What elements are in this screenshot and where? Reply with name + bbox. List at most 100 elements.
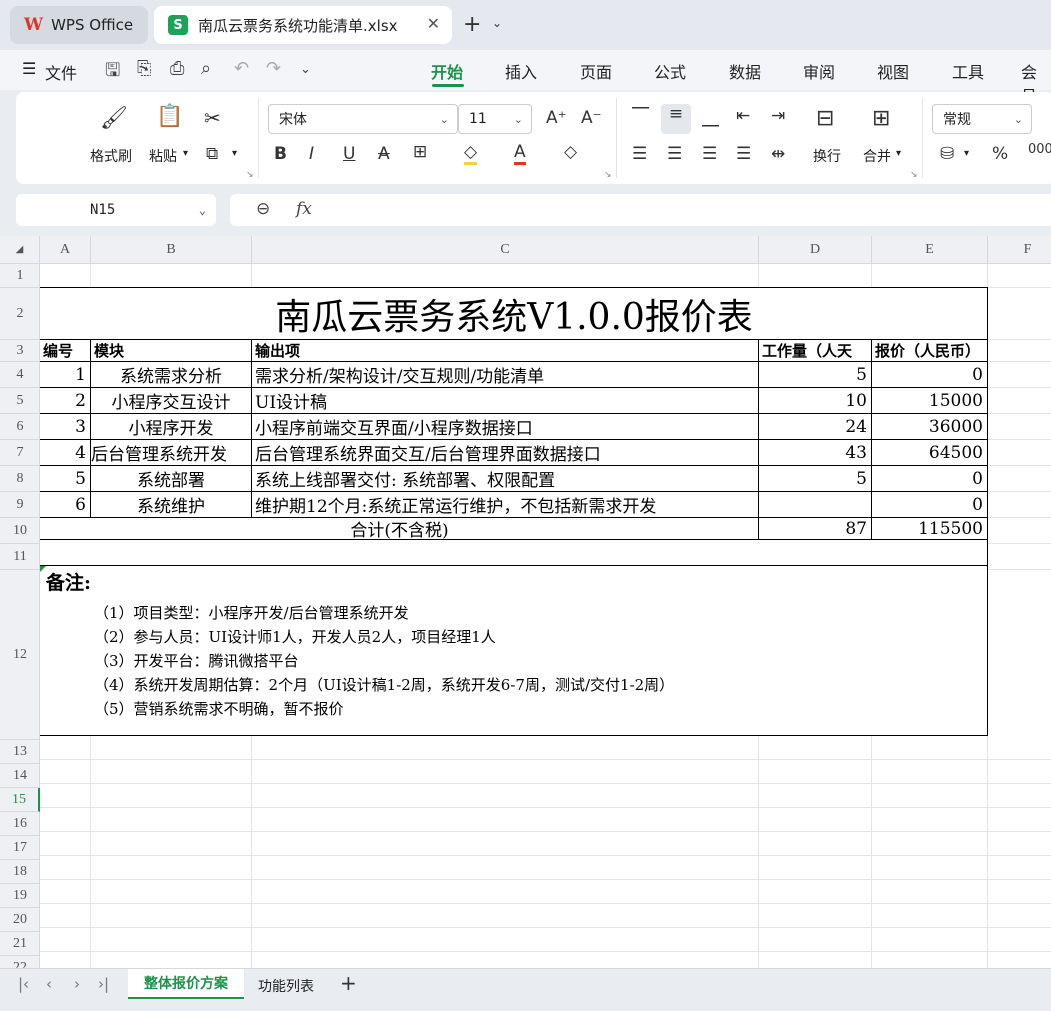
col-header-a[interactable]: A (40, 236, 91, 264)
format-painter-icon[interactable]: 🖌 (100, 106, 128, 131)
thousands-icon[interactable]: 000 (1028, 142, 1051, 157)
item-price[interactable]: 0 (872, 492, 987, 517)
header-effort[interactable]: 工作量（人天 (762, 340, 871, 361)
item-output[interactable]: 维护期12个月:系统正常运行维护，不包括新需求开发 (255, 492, 758, 517)
currency-icon[interactable]: ⛁ (940, 144, 954, 164)
col-header-b[interactable]: B (91, 236, 252, 264)
item-output[interactable]: 后台管理系统界面交互/后台管理界面数据接口 (255, 440, 758, 465)
chevron-down-icon[interactable]: ⌄ (300, 62, 311, 77)
item-price[interactable]: 0 (872, 362, 987, 387)
item-effort[interactable]: 43 (759, 440, 871, 465)
menu-icon[interactable]: ☰ (22, 59, 36, 78)
font-color-icon[interactable]: A (514, 142, 526, 165)
item-output[interactable]: 系统上线部署交付: 系统部署、权限配置 (255, 466, 758, 491)
row-header[interactable]: 2 (0, 288, 40, 340)
item-effort[interactable]: 5 (759, 466, 871, 491)
spreadsheet-grid[interactable]: ◢ A B C D E F 1 2 3 4 5 6 7 8 9 10 11 12… (0, 236, 1051, 968)
col-header-e[interactable]: E (872, 236, 988, 264)
row-header[interactable]: 17 (0, 836, 40, 860)
row-header-selected[interactable]: 15 (0, 788, 40, 812)
item-no[interactable]: 5 (41, 466, 90, 491)
last-sheet-icon[interactable]: ›| (98, 975, 109, 993)
paste-icon[interactable]: 📋 (156, 104, 183, 129)
notes-cell[interactable]: 备注: （1）项目类型：小程序开发/后台管理系统开发 （2）参与人员：UI设计师… (42, 568, 986, 721)
tab-start[interactable]: 开始 (431, 59, 463, 83)
chevron-down-icon[interactable]: ▾ (896, 148, 901, 159)
increase-font-icon[interactable]: A⁺ (546, 108, 567, 128)
item-module[interactable]: 系统部署 (91, 466, 251, 491)
border-icon[interactable]: ⊞ (413, 142, 427, 162)
col-header-f[interactable]: F (988, 236, 1051, 264)
tab-data[interactable]: 数据 (729, 59, 761, 83)
format-painter-button[interactable]: 格式刷 (90, 146, 132, 166)
total-label[interactable]: 合计(不含税) (41, 518, 758, 539)
align-middle-icon[interactable]: ≡ (661, 104, 691, 134)
header-output[interactable]: 输出项 (255, 340, 758, 361)
percent-icon[interactable]: % (992, 144, 1008, 164)
row-header[interactable]: 12 (0, 570, 40, 740)
chevron-down-icon[interactable]: ▾ (964, 148, 969, 159)
tab-insert[interactable]: 插入 (505, 59, 537, 83)
sheet-title[interactable]: 南瓜云票务系统V1.0.0报价表 (41, 288, 987, 339)
align-top-icon[interactable]: ⎺ (632, 106, 649, 126)
item-module[interactable]: 后台管理系统开发 (91, 440, 251, 465)
item-no[interactable]: 3 (41, 414, 90, 439)
chevron-down-icon[interactable]: ▾ (183, 148, 188, 159)
number-format-select[interactable]: 常规 ⌄ (932, 104, 1032, 134)
new-tab-button[interactable]: + (463, 12, 481, 37)
bold-icon[interactable]: B (274, 144, 287, 164)
item-output[interactable]: UI设计稿 (255, 388, 758, 413)
item-effort[interactable] (759, 492, 871, 517)
dialog-launcher-icon[interactable]: ↘ (604, 170, 612, 180)
align-right-icon[interactable]: ☰ (702, 144, 717, 164)
row-header[interactable]: 1 (0, 264, 40, 288)
redo-icon[interactable]: ↷ (266, 58, 281, 79)
col-header-c[interactable]: C (252, 236, 759, 264)
tab-review[interactable]: 审阅 (803, 59, 835, 83)
justify-icon[interactable]: ☰ (736, 144, 751, 164)
cut-icon[interactable]: ✂ (204, 106, 221, 130)
row-header[interactable]: 16 (0, 812, 40, 836)
item-module[interactable]: 系统维护 (91, 492, 251, 517)
row-header[interactable]: 5 (0, 388, 40, 414)
row-header[interactable]: 18 (0, 860, 40, 884)
item-no[interactable]: 4 (41, 440, 90, 465)
item-output[interactable]: 需求分析/架构设计/交互规则/功能清单 (255, 362, 758, 387)
fill-color-icon[interactable]: ◇ (464, 142, 478, 165)
row-header[interactable]: 19 (0, 884, 40, 908)
fx-icon[interactable]: fx (296, 199, 312, 219)
header-module[interactable]: 模块 (94, 340, 251, 361)
col-header-d[interactable]: D (759, 236, 872, 264)
distribute-icon[interactable]: ⇹ (771, 144, 785, 164)
first-sheet-icon[interactable]: |‹ (18, 975, 29, 993)
font-size-select[interactable]: 11 ⌄ (458, 104, 532, 134)
underline-icon[interactable]: U (343, 144, 355, 164)
tab-page[interactable]: 页面 (580, 59, 612, 83)
zoom-icon[interactable]: ⊖ (256, 199, 270, 219)
name-box[interactable]: N15 ⌄ (16, 194, 216, 226)
item-price[interactable]: 0 (872, 466, 987, 491)
select-all-corner[interactable]: ◢ (0, 236, 40, 264)
copy-icon[interactable]: ⧉ (206, 144, 218, 164)
row-header[interactable]: 14 (0, 764, 40, 788)
item-no[interactable]: 2 (41, 388, 90, 413)
row-header[interactable]: 20 (0, 908, 40, 932)
total-price[interactable]: 115500 (872, 518, 987, 539)
sheet-tab[interactable]: 功能列表 (258, 976, 314, 996)
total-effort[interactable]: 87 (759, 518, 871, 539)
item-no[interactable]: 6 (41, 492, 90, 517)
row-header[interactable]: 3 (0, 340, 40, 362)
wrap-text-button[interactable]: 换行 (813, 146, 841, 166)
row-header[interactable]: 11 (0, 544, 40, 570)
print-preview-icon[interactable]: ⌕ (201, 58, 211, 79)
row-header[interactable]: 21 (0, 932, 40, 956)
sheet-tab-active[interactable]: 整体报价方案 (128, 969, 244, 999)
indent-decrease-icon[interactable]: ⇤ (736, 106, 750, 126)
print-icon[interactable]: ⎙ (170, 58, 184, 79)
clear-format-icon[interactable]: ◇ (564, 142, 577, 162)
item-no[interactable]: 1 (41, 362, 90, 387)
item-module[interactable]: 小程序开发 (91, 414, 251, 439)
paste-button[interactable]: 粘贴 (149, 146, 177, 166)
align-bottom-icon[interactable]: ⎽ (702, 108, 719, 128)
decrease-font-icon[interactable]: A⁻ (581, 108, 602, 128)
